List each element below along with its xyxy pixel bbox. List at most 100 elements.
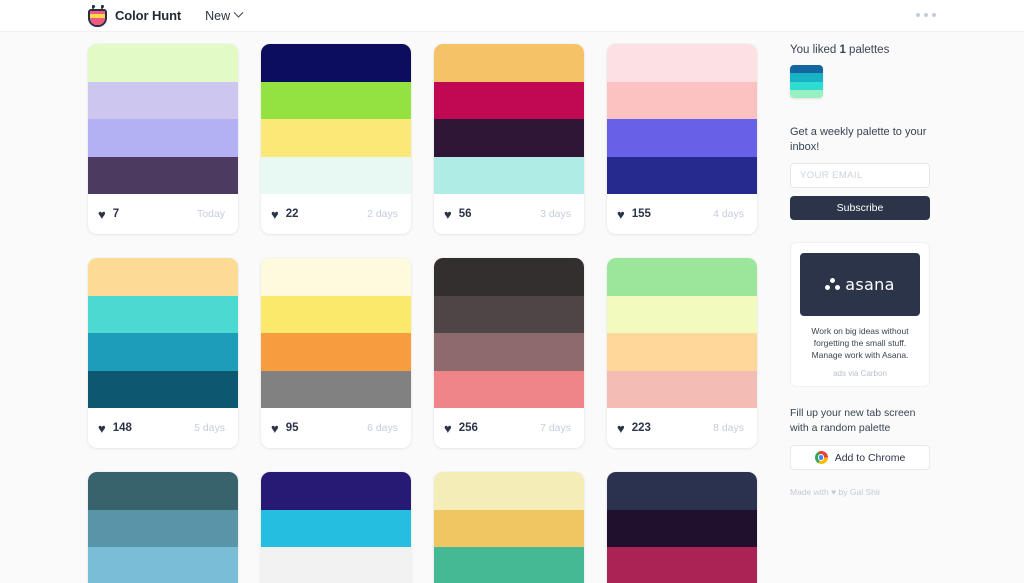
- palette-swatches: [261, 44, 411, 194]
- palette-swatch[interactable]: [88, 370, 238, 408]
- sidebar: You liked 1 palettes Get a weekly palett…: [790, 32, 1024, 583]
- subscribe-button[interactable]: Subscribe: [790, 195, 930, 220]
- heart-icon: ♥: [444, 420, 452, 436]
- palette-card-footer: ♥ 223 8 days: [607, 408, 757, 448]
- add-to-chrome-button[interactable]: Add to Chrome: [790, 445, 930, 471]
- palette-swatch[interactable]: [261, 119, 411, 157]
- palette-age: 7 days: [540, 422, 571, 434]
- palette-card[interactable]: ♥ 155 4 days: [607, 44, 757, 234]
- palette-swatch[interactable]: [607, 509, 757, 547]
- like-count: 22: [285, 208, 299, 220]
- palette-swatch[interactable]: [434, 156, 584, 194]
- liked-thumb-swatch: [790, 73, 823, 82]
- palette-swatch[interactable]: [88, 472, 238, 510]
- palette-swatch[interactable]: [434, 472, 584, 510]
- palette-card[interactable]: [607, 472, 757, 583]
- heart-icon: ♥: [271, 420, 279, 436]
- palette-swatch[interactable]: [607, 156, 757, 194]
- palette-card[interactable]: ♥ 95 6 days: [261, 258, 411, 448]
- liked-palette-thumbnail[interactable]: [790, 65, 823, 98]
- palette-swatch[interactable]: [607, 547, 757, 583]
- nav-new-dropdown[interactable]: New: [205, 7, 244, 23]
- palette-age: 5 days: [194, 422, 225, 434]
- palette-swatches: [434, 258, 584, 408]
- brand-logo-link[interactable]: Color Hunt: [88, 4, 182, 27]
- palette-swatch[interactable]: [434, 44, 584, 82]
- liked-suffix: palettes: [845, 44, 890, 56]
- more-options-icon[interactable]: [916, 13, 936, 17]
- palette-swatches: [261, 258, 411, 408]
- palette-swatch[interactable]: [88, 119, 238, 157]
- palette-swatch[interactable]: [434, 547, 584, 583]
- like-count: 223: [631, 422, 651, 434]
- palette-swatches: [434, 44, 584, 194]
- like-button[interactable]: ♥ 223: [617, 422, 651, 435]
- palette-swatch[interactable]: [261, 295, 411, 333]
- palette-card[interactable]: ♥ 256 7 days: [434, 258, 584, 448]
- brand-name: Color Hunt: [115, 8, 182, 23]
- like-button[interactable]: ♥ 56: [444, 208, 472, 221]
- palette-swatch[interactable]: [88, 44, 238, 82]
- palette-swatch[interactable]: [261, 370, 411, 408]
- palette-swatch[interactable]: [261, 44, 411, 82]
- palette-card[interactable]: [434, 472, 584, 583]
- logo-antenna-left: [92, 4, 94, 9]
- palette-card[interactable]: ♥ 22 2 days: [261, 44, 411, 234]
- like-button[interactable]: ♥ 256: [444, 422, 478, 435]
- like-button[interactable]: ♥ 22: [271, 208, 299, 221]
- made-with-prefix: Made with: [790, 487, 832, 498]
- like-count: 56: [458, 208, 472, 220]
- palette-swatch[interactable]: [88, 509, 238, 547]
- palette-card[interactable]: [261, 472, 411, 583]
- email-input[interactable]: [790, 162, 930, 188]
- palette-swatches: [88, 258, 238, 408]
- palette-swatch[interactable]: [434, 333, 584, 371]
- palette-swatch[interactable]: [607, 119, 757, 157]
- palette-swatch[interactable]: [434, 81, 584, 119]
- palette-swatch[interactable]: [607, 44, 757, 82]
- palette-swatch[interactable]: [88, 156, 238, 194]
- like-count: 148: [112, 422, 132, 434]
- extension-description: Fill up your new tab screen with a rando…: [790, 406, 916, 434]
- palette-swatch[interactable]: [88, 333, 238, 371]
- palette-swatch[interactable]: [88, 547, 238, 583]
- palette-swatch[interactable]: [607, 333, 757, 371]
- like-button[interactable]: ♥ 7: [98, 208, 119, 221]
- palette-swatch[interactable]: [261, 509, 411, 547]
- palette-swatch[interactable]: [261, 333, 411, 371]
- palette-swatch[interactable]: [607, 370, 757, 408]
- palette-age: 6 days: [367, 422, 398, 434]
- palette-swatch[interactable]: [434, 258, 584, 296]
- palette-age: Today: [196, 208, 225, 220]
- palette-swatch[interactable]: [607, 295, 757, 333]
- carbon-ad-card[interactable]: asana Work on big ideas without forgetti…: [790, 241, 930, 387]
- palette-swatch[interactable]: [261, 472, 411, 510]
- palette-swatch[interactable]: [88, 258, 238, 296]
- palette-swatch[interactable]: [261, 156, 411, 194]
- palette-swatch[interactable]: [607, 472, 757, 510]
- palette-card[interactable]: ♥ 148 5 days: [88, 258, 238, 448]
- heart-icon: ♥: [617, 420, 625, 436]
- palette-swatch[interactable]: [88, 81, 238, 119]
- palette-card-footer: ♥ 148 5 days: [88, 408, 238, 448]
- newsletter-label: Get a weekly palette to your inbox!: [790, 126, 927, 153]
- palette-card[interactable]: ♥ 7 Today: [88, 44, 238, 234]
- like-button[interactable]: ♥ 95: [271, 422, 299, 435]
- like-button[interactable]: ♥ 155: [617, 208, 651, 221]
- page-body: ♥ 7 Today ♥ 22 2 days ♥ 56 3 days ♥ 155 4 days ♥ 148 5…: [0, 32, 1024, 583]
- like-button[interactable]: ♥ 148: [98, 422, 132, 435]
- asana-logo-icon: [825, 278, 841, 290]
- palette-swatch[interactable]: [261, 258, 411, 296]
- palette-swatch[interactable]: [607, 258, 757, 296]
- palette-card[interactable]: ♥ 56 3 days: [434, 44, 584, 234]
- palette-swatch[interactable]: [261, 547, 411, 583]
- palette-swatch[interactable]: [434, 119, 584, 157]
- palette-swatch[interactable]: [607, 81, 757, 119]
- palette-swatch[interactable]: [434, 370, 584, 408]
- palette-swatch[interactable]: [88, 295, 238, 333]
- palette-swatch[interactable]: [434, 509, 584, 547]
- palette-card[interactable]: [88, 472, 238, 583]
- palette-swatch[interactable]: [261, 81, 411, 119]
- palette-card[interactable]: ♥ 223 8 days: [607, 258, 757, 448]
- palette-swatch[interactable]: [434, 295, 584, 333]
